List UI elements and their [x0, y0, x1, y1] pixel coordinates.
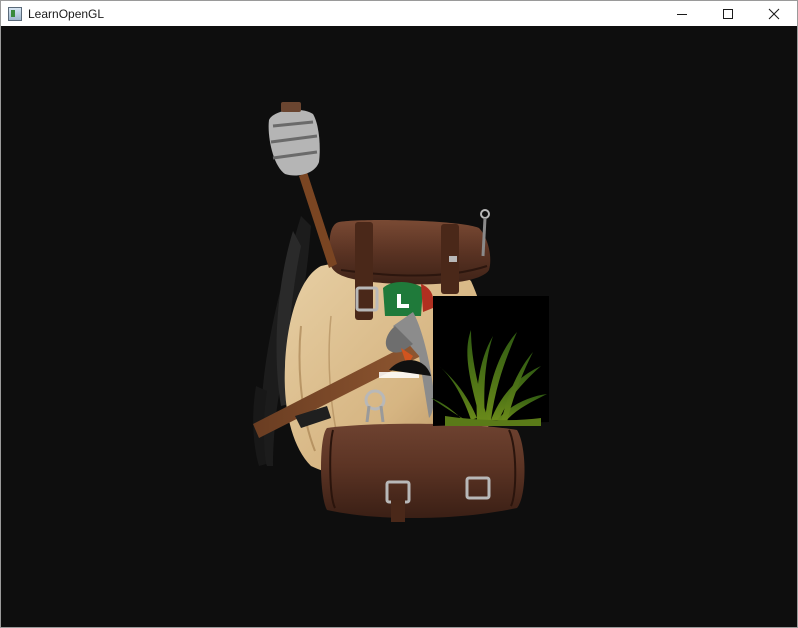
minimize-icon [677, 13, 687, 15]
opengl-viewport[interactable] [1, 26, 797, 627]
minimize-button[interactable] [659, 1, 705, 26]
title-bar[interactable]: LearnOpenGL [1, 1, 797, 26]
grass-quad [431, 296, 549, 426]
app-window-icon[interactable] [8, 6, 22, 21]
window-title: LearnOpenGL [28, 6, 105, 21]
close-icon [768, 8, 780, 19]
window-controls [659, 1, 797, 26]
rendered-scene [253, 102, 549, 522]
maximize-button[interactable] [705, 1, 751, 26]
close-button[interactable] [751, 1, 797, 26]
app-window: LearnOpenGL [0, 0, 798, 628]
maximize-icon [723, 8, 733, 19]
